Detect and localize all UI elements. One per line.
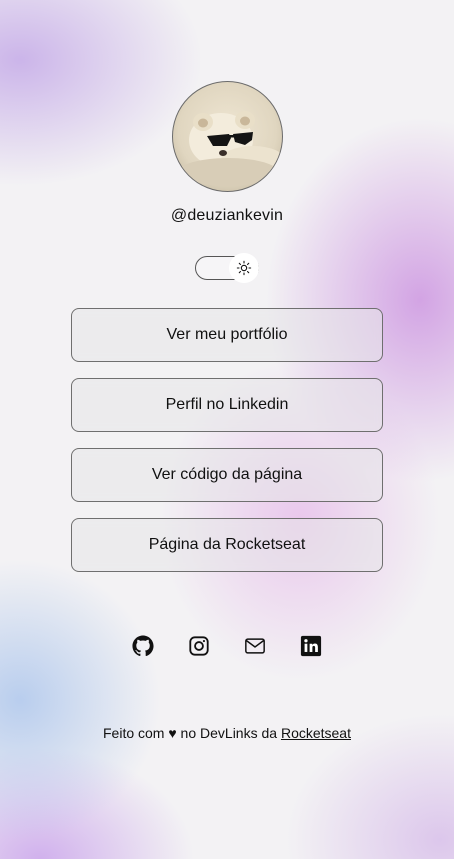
footer: Feito com ♥ no DevLinks da Rocketseat [0, 725, 454, 741]
devlinks-page: @deuziankevin Ver meu portfólio Perfil n… [0, 0, 454, 859]
footer-rocketseat-link[interactable]: Rocketseat [281, 725, 351, 741]
portfolio-link-button[interactable]: Ver meu portfólio [71, 308, 383, 362]
links-list: Ver meu portfólio Perfil no Linkedin Ver… [71, 308, 383, 588]
footer-text: Feito com ♥ no DevLinks da [103, 725, 281, 741]
toggle-knob [229, 253, 259, 283]
linkedin-link-button[interactable]: Perfil no Linkedin [71, 378, 383, 432]
mail-icon[interactable] [243, 634, 267, 658]
instagram-icon[interactable] [187, 634, 211, 658]
username: @deuziankevin [170, 207, 284, 224]
dog-avatar-image [178, 111, 282, 186]
github-icon[interactable] [131, 634, 155, 658]
social-links [0, 634, 454, 658]
avatar [172, 81, 283, 192]
source-code-link-button[interactable]: Ver código da página [71, 448, 383, 502]
linkedin-icon[interactable] [299, 634, 323, 658]
rocketseat-link-button[interactable]: Página da Rocketseat [71, 518, 383, 572]
sun-icon [236, 260, 252, 276]
theme-toggle[interactable] [195, 253, 259, 283]
